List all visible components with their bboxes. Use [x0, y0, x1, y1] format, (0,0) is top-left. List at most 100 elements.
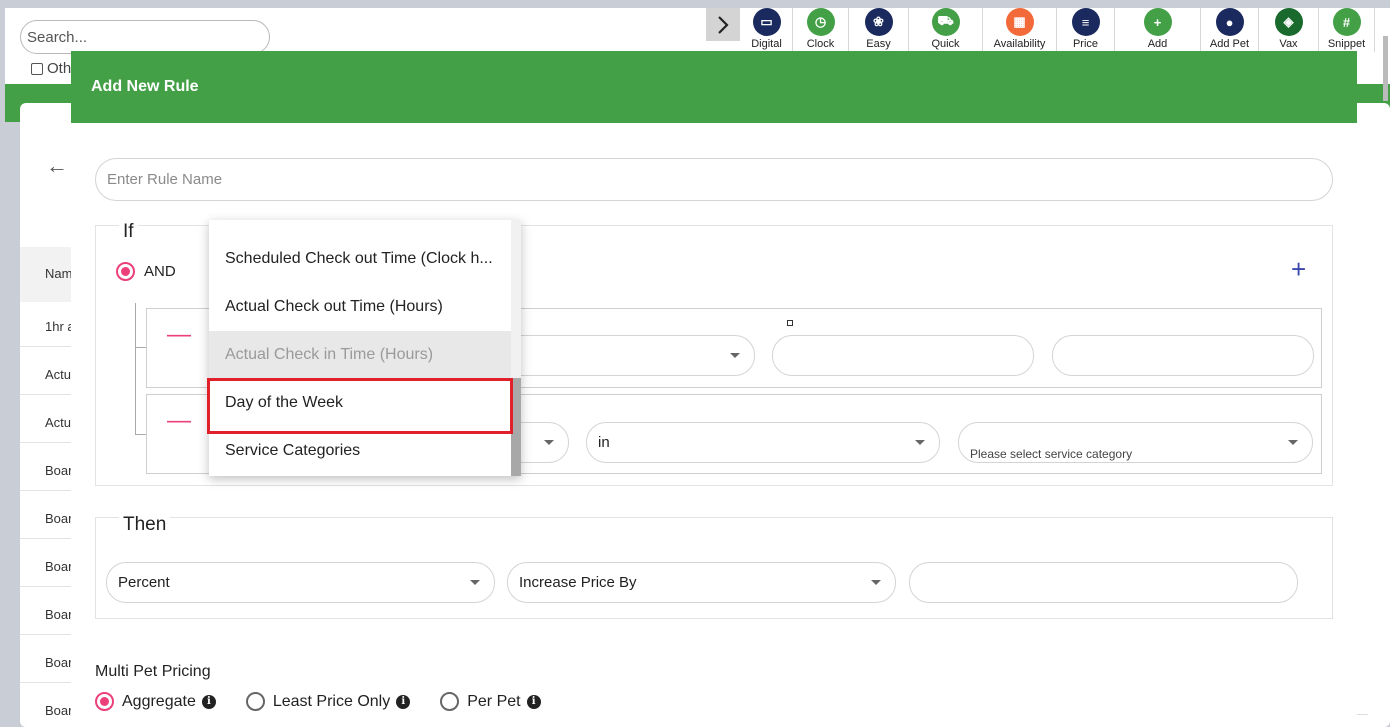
remove-condition-icon[interactable]: —: [167, 323, 191, 347]
toolbar-availability-button[interactable]: ▦ Availability: [983, 8, 1057, 52]
toolbar-snippet-button[interactable]: # Snippet: [1319, 8, 1375, 52]
caret-down-icon: [730, 353, 740, 358]
search-input[interactable]: Search...: [20, 20, 270, 54]
if-legend: If: [119, 221, 138, 243]
price-action-value: Increase Price By: [519, 574, 637, 591]
price-type-select[interactable]: Percent: [106, 562, 495, 603]
toolbar-clock-button[interactable]: ◷ Clock: [793, 8, 849, 52]
toolbar-easy-button[interactable]: ❀ Easy: [849, 8, 909, 52]
price-type-value: Percent: [118, 574, 170, 591]
shield-icon: ◈: [1274, 8, 1303, 36]
page-scrollbar[interactable]: [1383, 36, 1388, 101]
multi-pet-options: Aggregate i Least Price Only i Per Pet i: [95, 692, 571, 711]
checkbox-icon[interactable]: [31, 62, 43, 75]
caret-down-icon: [1288, 440, 1298, 445]
table-row[interactable]: Boar: [45, 511, 72, 526]
dropdown-option[interactable]: Actual Check out Time (Hours): [209, 283, 511, 331]
table-row[interactable]: Boar: [45, 559, 72, 574]
multi-pet-label-wrap: Aggregate i: [122, 693, 216, 711]
and-label: AND: [144, 263, 176, 280]
toolbar-label: Snippet: [1327, 38, 1366, 50]
field-dropdown-menu: Service Categories Day of the Week Actual …: [209, 220, 521, 476]
toolbar-label: Vax: [1279, 38, 1298, 50]
price-action-select[interactable]: Increase Price By: [507, 562, 896, 603]
table-row[interactable]: Boar: [45, 703, 72, 718]
toolbar-label: Availability: [993, 38, 1046, 50]
toolbar-vax-button[interactable]: ◈ Vax: [1259, 8, 1319, 52]
table-row[interactable]: Boar: [45, 463, 72, 478]
remove-condition-icon[interactable]: —: [167, 409, 191, 433]
radio-unselected-icon[interactable]: [440, 692, 460, 711]
table-row[interactable]: Boar: [45, 655, 72, 670]
toolbar-label: Digital: [751, 38, 782, 50]
chevron-right-icon: [718, 15, 729, 34]
and-radio[interactable]: AND: [116, 262, 176, 281]
toolbar-label: Clock: [806, 38, 835, 50]
info-icon[interactable]: i: [396, 694, 411, 709]
multi-pet-label-wrap: Per Pet i: [467, 692, 541, 711]
modal-title: Add New Rule: [71, 51, 1357, 123]
multi-pet-option-least-price-only[interactable]: Least Price Only i: [245, 692, 411, 711]
user-add-icon: ●: [1215, 8, 1244, 36]
then-legend: Then: [119, 514, 171, 536]
radio-selected-icon[interactable]: [95, 692, 114, 711]
dropdown-option[interactable]: Service Categories: [209, 427, 511, 475]
toolbar-quick-button[interactable]: ⛟ Quick: [909, 8, 983, 52]
highlight-box: [207, 378, 513, 434]
toolbar-add-button[interactable]: + Add: [1115, 8, 1201, 52]
toolbar-label: Price: [1072, 38, 1099, 50]
table-row[interactable]: Actu: [45, 415, 71, 430]
caret-down-icon: [544, 440, 554, 445]
service-category-placeholder: Please select service category: [970, 447, 1133, 461]
caret-down-icon: [470, 580, 480, 585]
add-condition-icon[interactable]: +: [1291, 256, 1306, 282]
add-square-icon: +: [1143, 8, 1172, 36]
caret-down-icon: [915, 440, 925, 445]
multi-pet-option-per-pet[interactable]: Per Pet i: [440, 692, 541, 711]
table-header-label: Nam: [45, 266, 73, 281]
toolbar-label: Quick: [931, 38, 960, 50]
multi-pet-title: Multi Pet Pricing: [95, 663, 211, 680]
caret-down-icon: [871, 580, 881, 585]
condition-operator-input[interactable]: [772, 335, 1034, 376]
multi-pet-option-label: Per Pet: [467, 692, 521, 710]
radio-selected-icon[interactable]: [116, 262, 135, 281]
condition-value-input[interactable]: [1052, 335, 1314, 376]
dropdown-option[interactable]: Scheduled Check out Time (Clock h...: [209, 235, 511, 283]
dropdown-option: Actual Check in Time (Hours): [209, 331, 511, 379]
cart-icon: ⛟: [931, 8, 960, 36]
calendar-icon: ▦: [1005, 8, 1034, 36]
other-label: Oth: [47, 60, 72, 77]
hash-icon: #: [1332, 8, 1361, 36]
toolbar-label: Easy: [866, 38, 891, 50]
document-icon: ≡: [1071, 8, 1100, 36]
toolbar: ▭ Digital ◷ Clock ❀ Easy ⛟ Quick ▦ Availability ≡ P…: [741, 8, 1375, 52]
multi-pet-label-wrap: Least Price Only i: [272, 692, 411, 711]
monitor-icon: ▭: [752, 8, 781, 36]
paw-icon: ❀: [864, 8, 893, 36]
multi-pet-option-label: Least Price Only: [272, 692, 391, 710]
table-row[interactable]: Boar: [45, 607, 72, 622]
radio-unselected-icon[interactable]: [245, 692, 265, 711]
toolbar-add-pet-button[interactable]: ● Add Pet: [1201, 8, 1259, 52]
service-category-select[interactable]: Please select service category: [958, 422, 1313, 463]
rule-name-input[interactable]: [95, 158, 1333, 201]
resize-handle-icon[interactable]: [787, 320, 793, 326]
info-icon[interactable]: i: [526, 694, 541, 709]
toolbar-expand-button[interactable]: [706, 8, 740, 41]
info-icon[interactable]: i: [201, 694, 216, 709]
table-row[interactable]: Actu: [45, 367, 71, 382]
price-amount-input[interactable]: [909, 562, 1298, 603]
condition-operator-select[interactable]: in: [586, 422, 940, 463]
toolbar-price-button[interactable]: ≡ Price: [1057, 8, 1115, 52]
clock-icon: ◷: [806, 8, 835, 36]
back-arrow-icon[interactable]: ←: [46, 153, 68, 179]
other-checkbox[interactable]: Oth: [31, 60, 71, 77]
operator-value: in: [598, 434, 610, 451]
multi-pet-option-label: Aggregate: [122, 692, 196, 710]
tree-line: [135, 303, 136, 434]
toolbar-digital-button[interactable]: ▭ Digital: [741, 8, 793, 52]
multi-pet-option-aggregate[interactable]: Aggregate i: [95, 692, 216, 711]
toolbar-label: Add Pet: [1209, 38, 1250, 50]
toolbar-label: Add: [1147, 38, 1168, 50]
